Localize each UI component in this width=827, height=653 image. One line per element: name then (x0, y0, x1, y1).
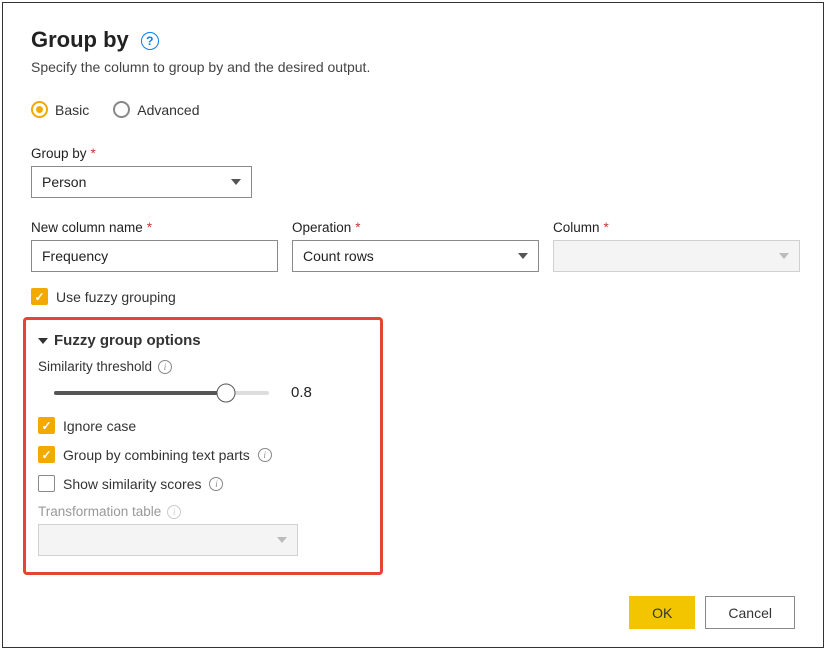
cancel-button[interactable]: Cancel (705, 596, 795, 629)
radio-icon (113, 101, 130, 118)
checkmark-icon: ✓ (34, 291, 44, 303)
new-column-label: New column name (31, 220, 143, 235)
show-scores-checkbox[interactable] (38, 475, 55, 492)
mode-basic-radio[interactable]: Basic (31, 101, 89, 118)
operation-label: Operation (292, 220, 351, 235)
dialog-title: Group by (31, 27, 129, 53)
similarity-threshold-slider[interactable] (54, 391, 269, 395)
combine-text-checkbox[interactable]: ✓ (38, 446, 55, 463)
checkmark-icon: ✓ (41, 420, 51, 432)
column-label: Column (553, 220, 600, 235)
transformation-table-select (38, 524, 298, 556)
info-icon: i (167, 505, 181, 519)
mode-basic-label: Basic (55, 102, 89, 118)
info-icon[interactable]: i (258, 448, 272, 462)
fuzzy-options-toggle[interactable]: Fuzzy group options (38, 332, 368, 349)
group-by-select[interactable]: Person (31, 166, 252, 198)
similarity-threshold-label: Similarity threshold (38, 359, 152, 374)
chevron-down-icon (518, 253, 528, 259)
ok-button[interactable]: OK (629, 596, 695, 629)
chevron-down-icon (779, 253, 789, 259)
checkmark-icon: ✓ (41, 449, 51, 461)
required-asterisk: * (91, 146, 96, 161)
info-icon[interactable]: i (209, 477, 223, 491)
ok-button-label: OK (652, 605, 672, 621)
ignore-case-label: Ignore case (63, 418, 136, 434)
new-column-name-input[interactable]: Frequency (31, 240, 278, 272)
required-asterisk: * (147, 220, 152, 235)
mode-advanced-label: Advanced (137, 102, 199, 118)
chevron-down-icon (277, 537, 287, 543)
operation-select[interactable]: Count rows (292, 240, 539, 272)
cancel-button-label: Cancel (728, 605, 772, 621)
slider-fill (54, 391, 226, 395)
group-by-value: Person (42, 174, 86, 190)
transformation-table-label: Transformation table (38, 504, 161, 519)
radio-icon (31, 101, 48, 118)
info-icon[interactable]: i (158, 360, 172, 374)
chevron-down-icon (231, 179, 241, 185)
slider-thumb[interactable] (217, 383, 236, 402)
fuzzy-options-label: Fuzzy group options (54, 332, 201, 349)
fuzzy-options-highlight: Fuzzy group options Similarity threshold… (23, 317, 383, 575)
use-fuzzy-checkbox[interactable]: ✓ (31, 288, 48, 305)
chevron-down-icon (38, 338, 48, 344)
required-asterisk: * (604, 220, 609, 235)
ignore-case-checkbox[interactable]: ✓ (38, 417, 55, 434)
dialog-subtitle: Specify the column to group by and the d… (31, 59, 795, 75)
show-scores-label: Show similarity scores (63, 476, 201, 492)
mode-advanced-radio[interactable]: Advanced (113, 101, 199, 118)
group-by-label: Group by (31, 146, 87, 161)
combine-text-label: Group by combining text parts (63, 447, 250, 463)
required-asterisk: * (355, 220, 360, 235)
use-fuzzy-label: Use fuzzy grouping (56, 289, 176, 305)
similarity-threshold-value: 0.8 (291, 384, 312, 401)
new-column-value: Frequency (42, 248, 108, 264)
operation-value: Count rows (303, 248, 374, 264)
help-icon[interactable]: ? (141, 32, 159, 50)
column-select (553, 240, 800, 272)
group-by-dialog: Group by ? Specify the column to group b… (2, 2, 824, 648)
